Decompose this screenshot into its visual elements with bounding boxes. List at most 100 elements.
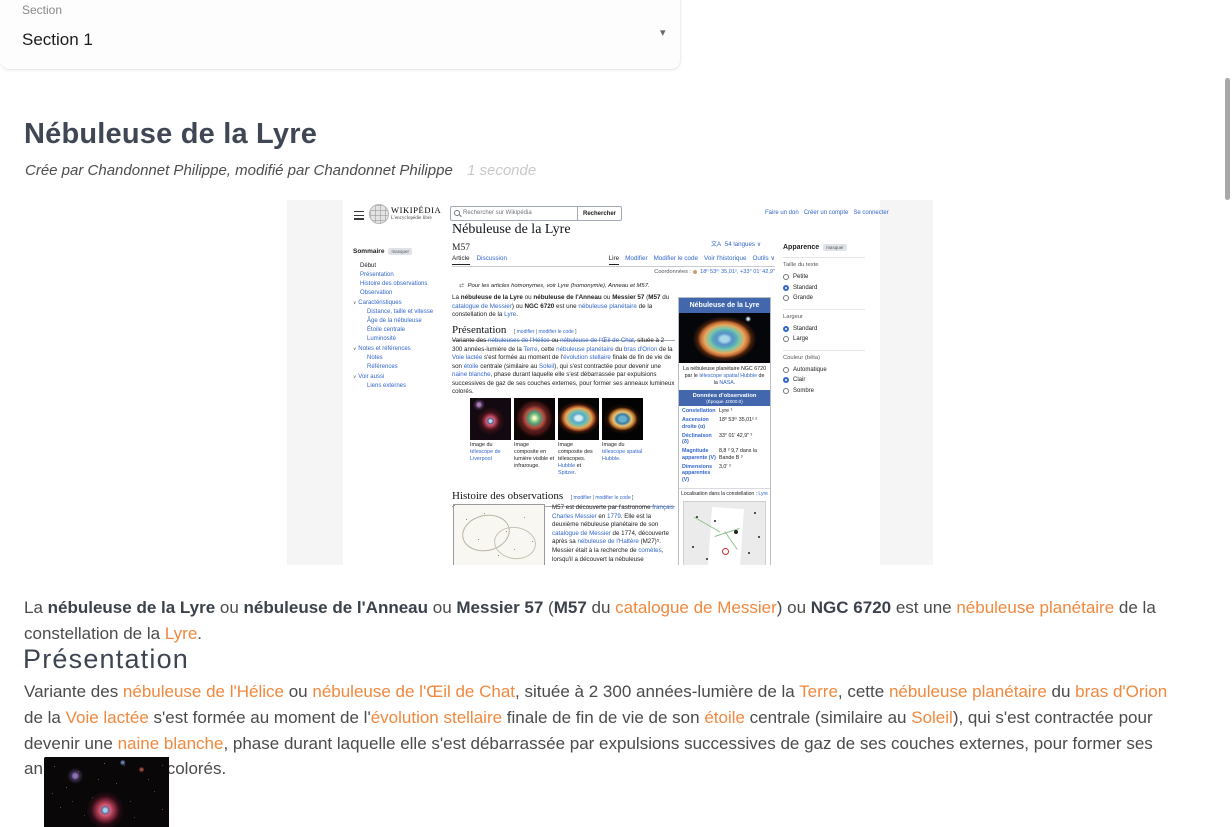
radio-option: Grande (783, 293, 865, 304)
menu-icon (354, 211, 364, 222)
text-link: Terre (523, 346, 537, 353)
wiki-page-tabs: ArticleDiscussion (452, 255, 507, 265)
text-segment: en (597, 513, 607, 520)
radio-icon (783, 336, 789, 342)
text-link[interactable]: naine blanche (118, 734, 224, 753)
text-link[interactable]: nébuleuse de l'Œil de Chat (312, 682, 515, 701)
text-bold: M57 (554, 598, 587, 617)
chevron-down-icon: ∨ (757, 241, 762, 248)
wikipedia-screenshot-image[interactable]: WIKIPÉDIA L'encyclopédie libre Recherche… (287, 200, 933, 565)
text-link[interactable]: bras d'Orion (1075, 682, 1167, 701)
text-link: télescope spatial Hubble (602, 449, 642, 462)
text-link[interactable]: nébuleuse de l'Hélice (123, 682, 284, 701)
text-link[interactable]: Terre (799, 682, 838, 701)
text-bold: NGC 6720 (811, 598, 891, 617)
gallery-figure: Image du télescope spatial Hubble. (602, 398, 643, 477)
toc-item: Liens externes (353, 382, 447, 391)
translate-icon: 文A (711, 242, 721, 248)
section-select[interactable]: Section Section 1 ▾ (0, 0, 681, 70)
radio-option: Standard (783, 324, 865, 335)
scrollbar-thumb[interactable] (1225, 78, 1230, 200)
toc-item: Luminosité (353, 335, 447, 344)
text-segment: centrale (similaire au (479, 363, 540, 370)
text-link: Soleil (539, 363, 554, 370)
radio-group: Standard Large (783, 324, 865, 345)
text-link[interactable]: Lyre (165, 624, 197, 643)
toc-item: Notes (353, 354, 447, 363)
text-bold: nébuleuse de l'Anneau (244, 598, 428, 617)
object-marker (722, 548, 729, 555)
text-link[interactable]: nébuleuse planétaire (889, 682, 1047, 701)
text-segment: Variante des (24, 682, 123, 701)
radio-option: Sombre (783, 386, 865, 397)
text-bold: nébuleuse de la Lyre (48, 598, 216, 617)
section-select-value[interactable]: Section 1 (22, 30, 93, 50)
text-segment: s'est formée au moment de l' (149, 708, 371, 727)
text-link: nébuleuse planétaire (578, 303, 636, 310)
radio-icon (783, 285, 789, 291)
text-segment: ou (428, 598, 456, 617)
historical-map-image (453, 504, 545, 565)
text-link[interactable]: évolution stellaire (371, 708, 502, 727)
text-link[interactable]: Soleil (911, 708, 953, 727)
wiki-coordinates: Coordonnées : 18ʰ 53ᵐ 35,01ˢ, +33° 01′ 4… (452, 269, 775, 275)
wiki-search-input: Rechercher sur Wikipédia (450, 206, 578, 221)
text-bold: M57 (648, 294, 660, 301)
wiki-tab: Article (452, 255, 470, 265)
search-icon (454, 210, 460, 216)
text-bold: nébuleuse de l'Anneau (533, 294, 601, 301)
ring-nebula-photo[interactable] (44, 757, 169, 827)
text-segment: ou (523, 294, 534, 301)
text-link: nébuleuse de l'Œil de Chat (560, 337, 634, 344)
chevron-down-icon[interactable]: ▾ (660, 26, 666, 39)
text-link: bras d'Orion (624, 346, 658, 353)
wiki-account-link: Créer un compte (804, 210, 849, 216)
text-link: Voie lactée (452, 354, 482, 361)
screenshot-right-margin (880, 200, 933, 565)
text-segment: . (574, 470, 576, 476)
appearance-group: Couleur (bêta) Automatique Clair (783, 350, 865, 397)
text-link[interactable]: étoile (704, 708, 745, 727)
wiki-account-link: Faire un don (765, 210, 799, 216)
text-link: catalogue de Messier (452, 303, 512, 310)
wiki-tab: Lire (609, 255, 620, 265)
doc-heading-presentation: Présentation (23, 644, 189, 675)
wikipedia-logo-title: WIKIPÉDIA (391, 205, 441, 215)
toc-item: Notes et références (353, 344, 447, 354)
wiki-language-selector: 文A 54 langues ∨ (711, 239, 761, 248)
text-segment: du (587, 598, 615, 617)
toc-item: Présentation (353, 271, 447, 280)
gallery-caption: Image du télescope spatial Hubble. (602, 442, 643, 463)
text-segment: ), qui s'est contractée pour devenir une (554, 363, 661, 370)
radio-icon (783, 388, 789, 394)
appearance-title: Apparence (783, 244, 819, 251)
text-bold: Messier 57 (612, 294, 644, 301)
wiki-tab: Modifier (625, 255, 647, 265)
text-link[interactable]: nébuleuse planétaire (956, 598, 1114, 617)
wiki-paragraph: Variante des nébuleuses de l'Hélice ou n… (452, 337, 676, 397)
text-segment: Image du (470, 442, 492, 448)
text-link: nébuleuse planétaire (556, 346, 613, 353)
text-link[interactable]: catalogue de Messier (615, 598, 777, 617)
page-scrollbar[interactable] (1223, 0, 1232, 827)
wikipedia-globe-logo (369, 204, 389, 224)
appearance-hide-button: masquer (823, 244, 847, 251)
wiki-tab: Modifier le code (654, 255, 698, 265)
text-segment: centrale (similaire au (745, 708, 911, 727)
text-link[interactable]: Voie lactée (66, 708, 149, 727)
screenshot-left-margin (287, 200, 343, 565)
page-title: Nébuleuse de la Lyre (24, 118, 317, 151)
infobox-caption: La nébuleuse planétaire NGC 6720 par le … (679, 363, 770, 390)
globe-icon (693, 270, 697, 274)
text-segment: ) ou (777, 598, 811, 617)
text-segment: Image du (602, 442, 624, 448)
gallery-figure: Image composite des télescopes. Hubble e… (558, 398, 599, 477)
text-link: comètes (638, 547, 661, 554)
infobox-title: Nébuleuse de la Lyre (679, 298, 770, 313)
wiki-hatnote: ⇄ Pour les articles homonymes, voir Lyre… (459, 283, 759, 289)
infobox-map-caption: Localisation dans la constellation : Lyr… (679, 488, 770, 499)
wiki-view-tabs: LireModifierModifier le codeVoir l'histo… (609, 255, 775, 265)
text-bold: nébuleuse de la Lyre (461, 294, 523, 301)
radio-option: Petite (783, 272, 865, 283)
text-segment: , cette (538, 346, 557, 353)
